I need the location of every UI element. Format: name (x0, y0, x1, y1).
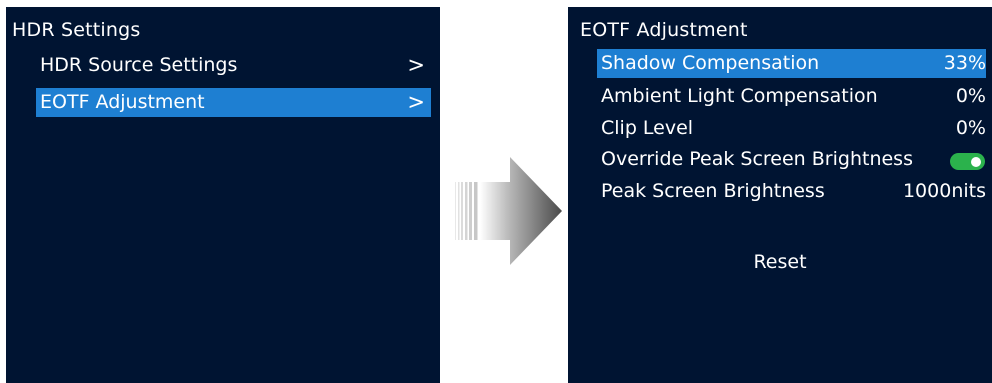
chevron-right-icon: > (407, 90, 425, 114)
menu-item-label: EOTF Adjustment (40, 91, 205, 113)
chevron-right-icon: > (407, 53, 425, 77)
row-override-peak-screen-brightness[interactable]: Override Peak Screen Brightness (597, 145, 986, 174)
row-clip-level[interactable]: Clip Level 0% (597, 114, 986, 143)
row-label: Peak Screen Brightness (601, 180, 825, 202)
row-ambient-light-compensation[interactable]: Ambient Light Compensation 0% (597, 82, 986, 111)
eotf-adjustment-title: EOTF Adjustment (580, 19, 748, 41)
toggle-knob (971, 157, 981, 167)
right-arrow-icon (455, 157, 562, 265)
menu-item-label: HDR Source Settings (40, 54, 238, 76)
hdr-settings-panel: HDR Settings HDR Source Settings > EOTF … (6, 7, 440, 383)
row-value: 0% (955, 117, 986, 139)
hdr-settings-title: HDR Settings (12, 19, 141, 41)
reset-button[interactable]: Reset (568, 249, 992, 275)
row-peak-screen-brightness[interactable]: Peak Screen Brightness 1000nits (597, 177, 986, 206)
row-shadow-compensation[interactable]: Shadow Compensation 33% (597, 49, 986, 78)
override-peak-toggle[interactable] (950, 153, 985, 170)
row-value: 0% (955, 85, 986, 107)
row-label: Shadow Compensation (601, 52, 820, 74)
eotf-adjustment-panel: EOTF Adjustment Shadow Compensation 33% … (568, 7, 992, 383)
row-value: 33% (943, 52, 986, 74)
menu-item-hdr-source-settings[interactable]: HDR Source Settings > (36, 51, 431, 80)
row-label: Clip Level (601, 117, 694, 139)
menu-item-eotf-adjustment[interactable]: EOTF Adjustment > (36, 88, 431, 117)
row-value: 1000nits (902, 180, 986, 202)
row-label: Ambient Light Compensation (601, 85, 878, 107)
row-label: Override Peak Screen Brightness (601, 148, 913, 170)
